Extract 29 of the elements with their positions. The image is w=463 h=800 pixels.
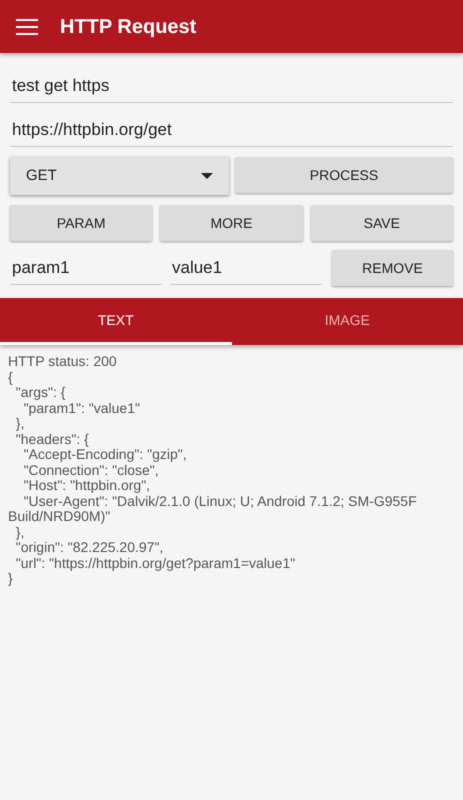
response-line: "Connection": "close", xyxy=(22,462,159,478)
tab[interactable]: IMAGE xyxy=(232,298,463,345)
caret-icon xyxy=(201,173,213,179)
app-title: HTTP Request xyxy=(60,14,196,40)
text-field[interactable]: https://httpbin.org/get xyxy=(10,113,453,147)
action-button[interactable]: SAVE xyxy=(310,205,453,241)
action-button[interactable]: PARAM xyxy=(10,205,152,241)
response-line: "origin": "82.225.20.97", xyxy=(14,540,164,556)
response-line: "param1": "value1" xyxy=(24,400,141,416)
response-line: "Host": "httpbin.org", xyxy=(22,478,152,494)
response-line: "headers": { xyxy=(14,432,90,447)
response-line: }, xyxy=(14,416,24,432)
response-line: } xyxy=(8,571,14,586)
response-line: }, xyxy=(16,524,24,540)
response-line: { xyxy=(8,370,14,385)
response-line: "Accept-Encoding": "gzip", xyxy=(22,447,188,462)
response-line: HTTP status: 200 xyxy=(8,354,118,370)
remove-button[interactable]: REMOVE xyxy=(332,250,453,286)
method-dropdown[interactable]: GET xyxy=(10,157,229,195)
text-field[interactable]: param1 xyxy=(10,251,162,285)
menu-icon[interactable] xyxy=(16,18,38,34)
text-field[interactable]: test get https xyxy=(10,69,453,103)
response-line: "User-Agent": "Dalvik/2.1.0 (Linux; U; Android 7.1.2; SM-G955F Build/NRD90M)" xyxy=(8,494,418,524)
process-button[interactable]: PROCESS xyxy=(235,157,453,193)
response-line: "args": { xyxy=(14,385,66,400)
tab[interactable]: TEXT xyxy=(0,298,232,345)
response-line: "url": "https://httpbin.org/get?param1=value1" xyxy=(14,556,296,571)
action-button[interactable]: MORE xyxy=(160,205,303,241)
text-field[interactable]: value1 xyxy=(170,251,322,285)
